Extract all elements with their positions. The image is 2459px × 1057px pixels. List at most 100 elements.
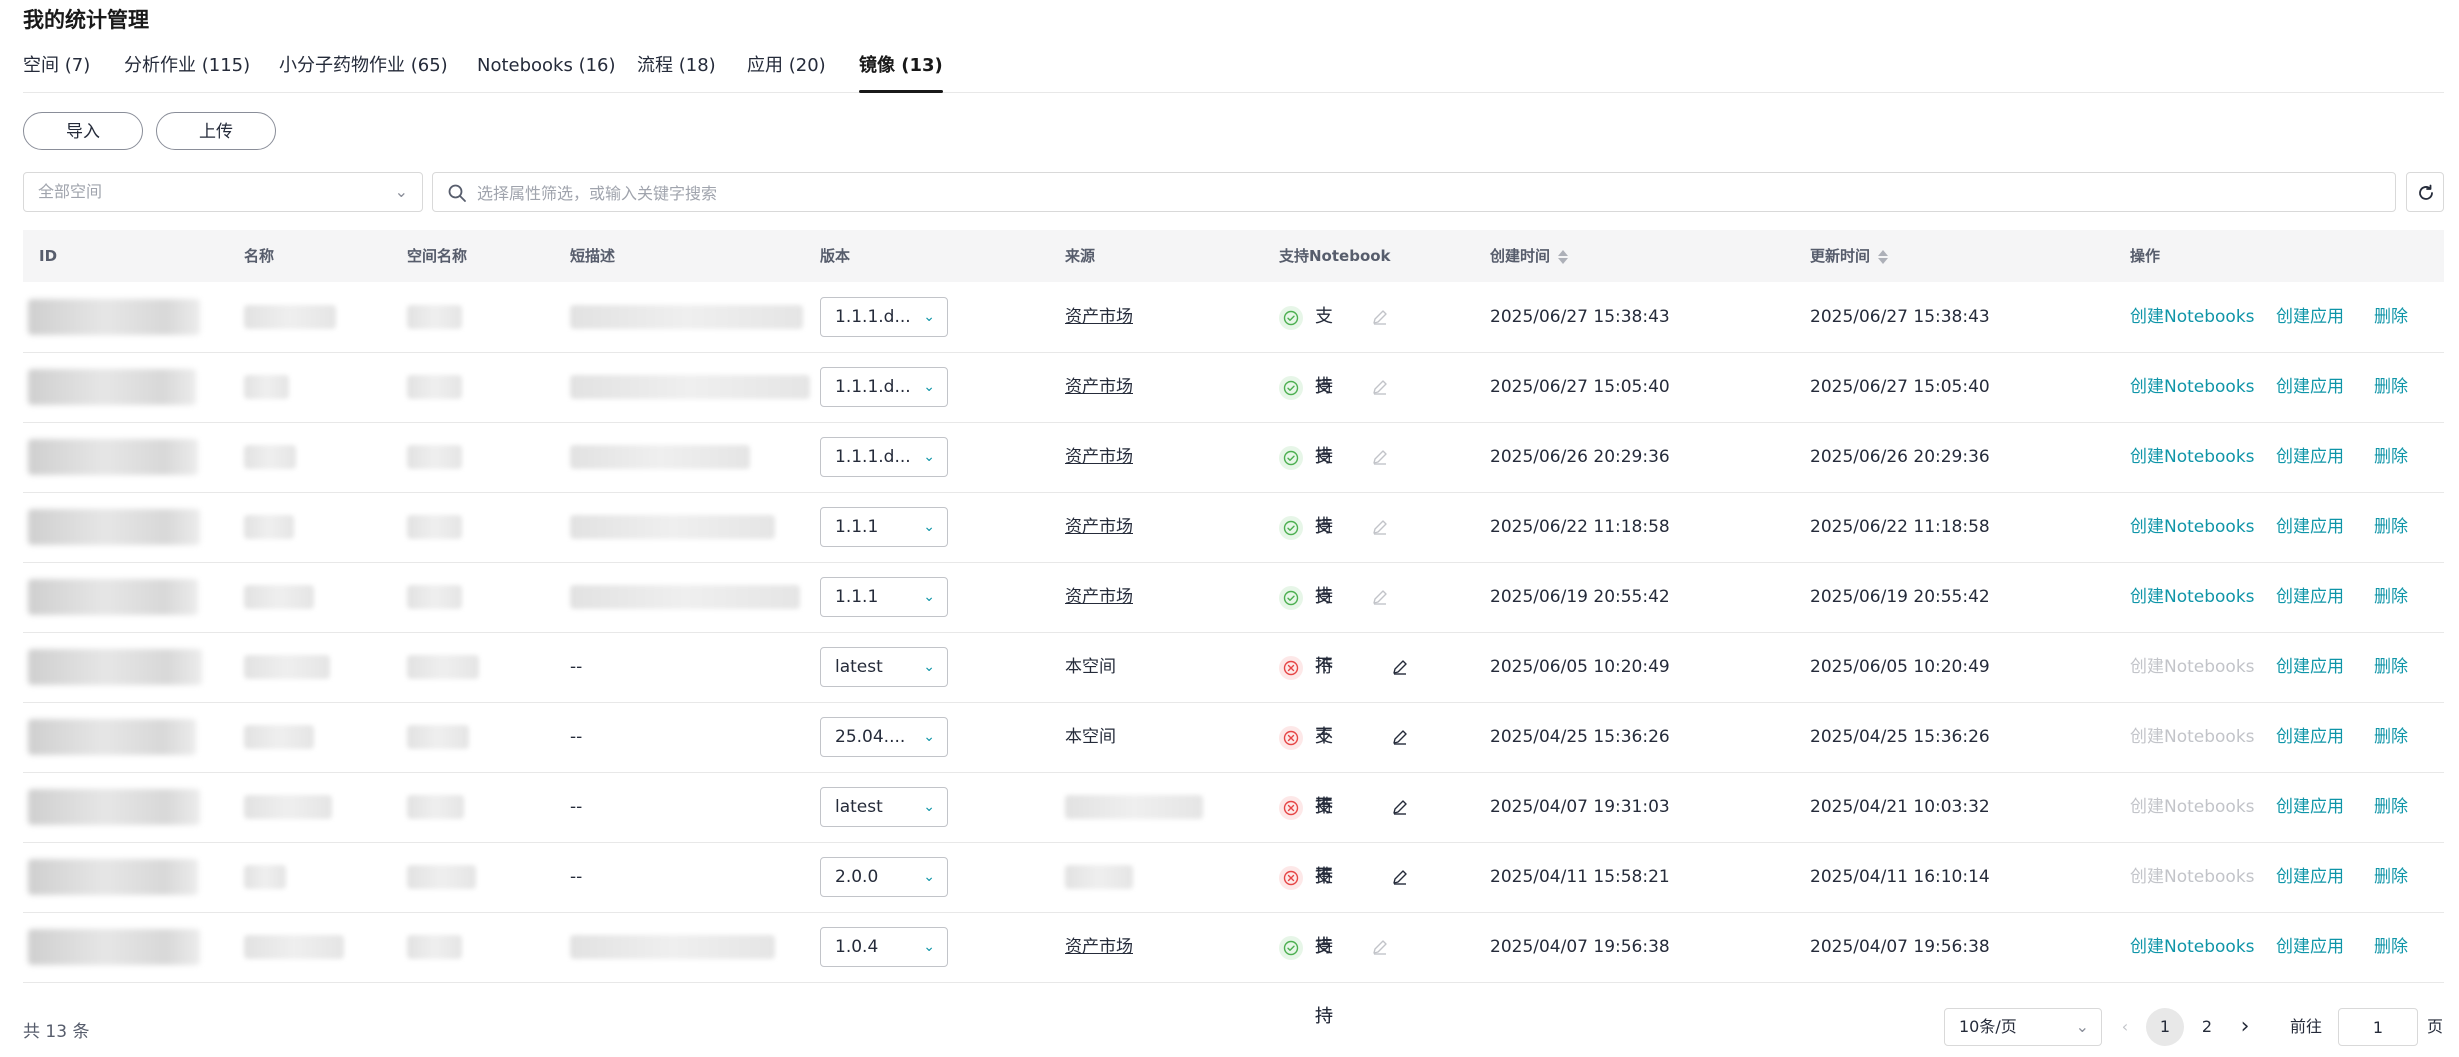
delete-button[interactable]: 删除 xyxy=(2374,772,2408,842)
version-select[interactable]: 1.1.1 ⌄ xyxy=(820,507,948,547)
import-button[interactable]: 导入 xyxy=(23,112,143,150)
refresh-button[interactable] xyxy=(2406,172,2444,212)
redacted-desc xyxy=(570,375,810,399)
updated-time: 2025/04/11 16:10:14 xyxy=(1810,867,1990,887)
version-select[interactable]: 1.1.1 ⌄ xyxy=(820,577,948,617)
close-circle-icon xyxy=(1279,866,1303,890)
search-box[interactable] xyxy=(432,172,2396,213)
create-app-button[interactable]: 创建应用 xyxy=(2276,492,2344,562)
create-app-button[interactable]: 创建应用 xyxy=(2276,912,2344,982)
create-app-button[interactable]: 创建应用 xyxy=(2276,352,2344,422)
table-row: -- 2.0.0 ⌄ 不支持 2025/04/11 15:58:21 2025/04/11… xyxy=(23,842,2444,1027)
edit-icon xyxy=(1373,520,1387,535)
close-circle-icon xyxy=(1279,656,1303,680)
source-cell: 资产市场 xyxy=(1065,912,1133,982)
source-link[interactable]: 资产市场 xyxy=(1065,377,1133,397)
redacted-id xyxy=(28,439,198,475)
create-app-button[interactable]: 创建应用 xyxy=(2276,632,2344,702)
create-app-button[interactable]: 创建应用 xyxy=(2276,422,2344,492)
page-1[interactable]: 1 xyxy=(2146,1008,2184,1046)
delete-button[interactable]: 删除 xyxy=(2374,912,2408,982)
source-link[interactable]: 资产市场 xyxy=(1065,517,1133,537)
header-created[interactable]: 创建时间 xyxy=(1490,230,1569,282)
check-circle-icon xyxy=(1279,516,1303,540)
version-select[interactable]: 1.0.4 ⌄ xyxy=(820,927,948,967)
delete-button[interactable]: 删除 xyxy=(2374,422,2408,492)
tab-notebooks[interactable]: Notebooks (16) xyxy=(477,52,616,92)
sort-icon[interactable] xyxy=(1878,249,1889,265)
version-select[interactable]: 1.1.1.d... ⌄ xyxy=(820,297,948,337)
edit-icon[interactable] xyxy=(1391,798,1409,816)
redacted-desc xyxy=(570,585,800,609)
redacted-name xyxy=(244,725,314,749)
redacted-source xyxy=(1065,865,1133,889)
updated-time: 2025/06/22 11:18:58 xyxy=(1810,517,1990,537)
version-select[interactable]: 1.1.1.d... ⌄ xyxy=(820,367,948,407)
version-select[interactable]: 2.0.0 ⌄ xyxy=(820,857,948,897)
delete-button[interactable]: 删除 xyxy=(2374,632,2408,702)
create-notebooks-button[interactable]: 创建Notebooks xyxy=(2130,422,2255,492)
create-app-button[interactable]: 创建应用 xyxy=(2276,562,2344,632)
source-link[interactable]: 资产市场 xyxy=(1065,447,1133,467)
tab-bar: 空间 (7) 分析作业 (115) 小分子药物作业 (65) Notebooks… xyxy=(23,52,2444,93)
source-link[interactable]: 资产市场 xyxy=(1065,937,1133,957)
source-link[interactable]: 资产市场 xyxy=(1065,587,1133,607)
source-cell: 资产市场 xyxy=(1065,422,1133,492)
create-notebooks-button[interactable]: 创建Notebooks xyxy=(2130,912,2255,982)
edit-icon[interactable] xyxy=(1391,658,1409,676)
delete-button[interactable]: 删除 xyxy=(2374,282,2408,352)
check-circle-icon xyxy=(1279,446,1303,470)
tab-workflows[interactable]: 流程 (18) xyxy=(637,52,716,92)
edit-icon[interactable] xyxy=(1391,868,1409,886)
chevron-down-icon: ⌄ xyxy=(923,379,935,395)
sort-icon[interactable] xyxy=(1558,249,1569,265)
space-select[interactable]: 全部空间 ⌄ xyxy=(23,172,423,212)
search-input[interactable] xyxy=(475,173,2379,213)
delete-button[interactable]: 删除 xyxy=(2374,562,2408,632)
tab-apps[interactable]: 应用 (20) xyxy=(747,52,826,92)
version-select[interactable]: 25.04.... ⌄ xyxy=(820,717,948,757)
redacted-space xyxy=(407,725,469,749)
edit-icon[interactable] xyxy=(1391,728,1409,746)
tab-analysis-jobs[interactable]: 分析作业 (115) xyxy=(124,52,250,92)
source-cell: 本空间 xyxy=(1065,727,1116,747)
chevron-down-icon: ⌄ xyxy=(2075,1017,2089,1036)
create-app-button[interactable]: 创建应用 xyxy=(2276,702,2344,772)
upload-button[interactable]: 上传 xyxy=(156,112,276,150)
close-circle-icon xyxy=(1279,796,1303,820)
page-size-select[interactable]: 10条/页 ⌄ xyxy=(1944,1008,2102,1046)
page-2[interactable]: 2 xyxy=(2188,1008,2226,1046)
create-app-button[interactable]: 创建应用 xyxy=(2276,282,2344,352)
goto-page-input[interactable] xyxy=(2338,1008,2418,1046)
created-time: 2025/06/26 20:29:36 xyxy=(1490,447,1670,467)
delete-button[interactable]: 删除 xyxy=(2374,352,2408,422)
source-link[interactable]: 资产市场 xyxy=(1065,307,1133,327)
delete-button[interactable]: 删除 xyxy=(2374,702,2408,772)
header-updated[interactable]: 更新时间 xyxy=(1810,230,1889,282)
next-page-button[interactable]: › xyxy=(2233,1008,2257,1046)
version-value: 1.1.1.d... xyxy=(835,307,911,327)
tab-small-molecule-jobs[interactable]: 小分子药物作业 (65) xyxy=(279,52,448,92)
tab-images[interactable]: 镜像 (13) xyxy=(859,52,943,93)
chevron-down-icon: ⌄ xyxy=(923,729,935,745)
delete-button[interactable]: 删除 xyxy=(2374,492,2408,562)
header-version: 版本 xyxy=(820,247,851,265)
version-select[interactable]: latest ⌄ xyxy=(820,647,948,687)
page-suffix: 页 xyxy=(2427,1017,2444,1036)
delete-button[interactable]: 删除 xyxy=(2374,842,2408,912)
create-notebooks-button[interactable]: 创建Notebooks xyxy=(2130,562,2255,632)
redacted-id xyxy=(28,859,198,895)
header-name: 名称 xyxy=(244,247,275,265)
create-notebooks-button[interactable]: 创建Notebooks xyxy=(2130,352,2255,422)
create-notebooks-button[interactable]: 创建Notebooks xyxy=(2130,492,2255,562)
check-circle-icon xyxy=(1279,936,1303,960)
tab-spaces[interactable]: 空间 (7) xyxy=(23,52,90,92)
version-select[interactable]: latest ⌄ xyxy=(820,787,948,827)
version-select[interactable]: 1.1.1.d... ⌄ xyxy=(820,437,948,477)
prev-page-button[interactable]: ‹ xyxy=(2113,1008,2137,1046)
create-app-button[interactable]: 创建应用 xyxy=(2276,772,2344,842)
updated-time: 2025/04/25 15:36:26 xyxy=(1810,727,1990,747)
redacted-name xyxy=(244,655,330,679)
create-app-button[interactable]: 创建应用 xyxy=(2276,842,2344,912)
create-notebooks-button[interactable]: 创建Notebooks xyxy=(2130,282,2255,352)
